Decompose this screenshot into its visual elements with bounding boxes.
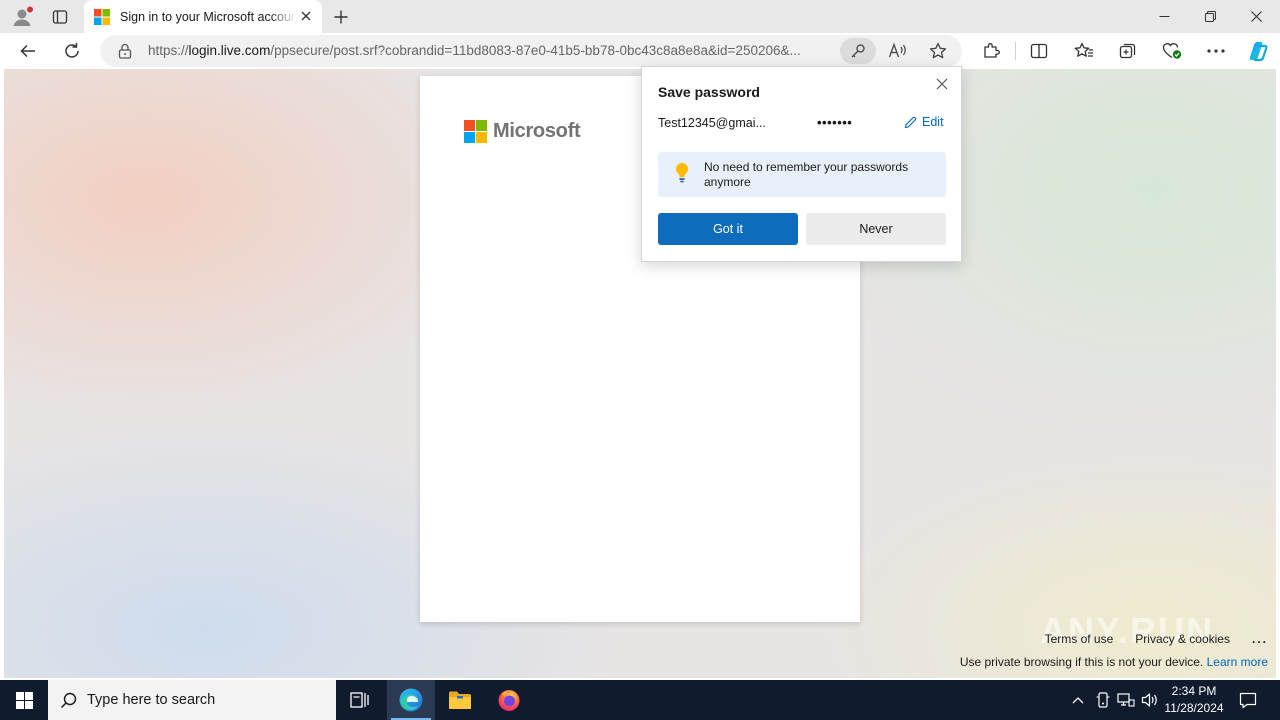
close-icon[interactable]: [931, 73, 953, 95]
windows-taskbar: Type here to search 2:34 PM 11/28/2024: [0, 680, 1280, 720]
url-scheme: https://: [148, 43, 189, 58]
network-icon[interactable]: [1116, 690, 1136, 710]
favorite-star-icon[interactable]: [926, 39, 950, 63]
tab-title: Sign in to your Microsoft account: [120, 9, 296, 24]
microsoft-wordmark: Microsoft: [493, 120, 581, 142]
footer-more-button[interactable]: ...: [1252, 632, 1268, 646]
browser-toolbar: https://login.live.com/ppsecure/post.srf…: [0, 33, 1280, 69]
search-icon: [60, 692, 77, 708]
extensions-icon[interactable]: [977, 37, 1005, 65]
new-tab-icon[interactable]: [328, 4, 354, 30]
edit-label: Edit: [922, 115, 944, 129]
split-screen-icon[interactable]: [1025, 37, 1053, 65]
taskbar-search-box[interactable]: Type here to search: [48, 680, 336, 720]
taskbar-edge[interactable]: [387, 680, 435, 720]
back-icon[interactable]: [14, 37, 42, 65]
tab-close-icon[interactable]: [296, 6, 316, 26]
copilot-icon[interactable]: [1244, 37, 1272, 65]
address-url[interactable]: https://login.live.com/ppsecure/post.srf…: [148, 43, 838, 58]
edge-icon: [399, 688, 423, 712]
terms-of-use-link[interactable]: Terms of use: [1045, 632, 1114, 646]
favorites-icon[interactable]: [1070, 37, 1098, 65]
browser-essentials-icon[interactable]: [1158, 37, 1186, 65]
page-viewport: Microsoft ANY.RUN Terms of use Privacy &…: [4, 69, 1276, 678]
read-aloud-icon[interactable]: [886, 39, 910, 63]
password-tip: No need to remember your passwords anymo…: [658, 152, 946, 197]
got-it-button[interactable]: Got it: [658, 213, 798, 245]
system-clock[interactable]: 2:34 PM 11/28/2024: [1160, 683, 1228, 717]
folder-icon: [449, 691, 471, 709]
lightbulb-icon: [676, 163, 688, 183]
firefox-icon: [498, 690, 520, 711]
taskbar-file-explorer[interactable]: [436, 680, 484, 720]
windows-logo-icon: [15, 691, 33, 709]
taskbar-firefox[interactable]: [485, 680, 533, 720]
url-host: login.live.com: [188, 43, 271, 58]
footer-links: Terms of use Privacy & cookies ...: [1023, 632, 1268, 646]
tray-device-icon[interactable]: [1093, 690, 1113, 710]
restore-icon[interactable]: [1187, 0, 1233, 32]
save-password-dialog: Save password Test12345@gmai... ••••••• …: [641, 66, 962, 262]
edit-button[interactable]: Edit: [904, 115, 944, 129]
learn-more-link[interactable]: Learn more: [1207, 655, 1268, 669]
dialog-title: Save password: [658, 84, 760, 100]
address-bar[interactable]: https://login.live.com/ppsecure/post.srf…: [100, 35, 962, 67]
microsoft-logo-icon: [464, 120, 487, 143]
privacy-cookies-link[interactable]: Privacy & cookies: [1135, 632, 1230, 646]
collections-icon[interactable]: [1114, 37, 1142, 65]
private-browsing-note: Use private browsing if this is not your…: [960, 655, 1268, 669]
minimize-icon[interactable]: [1141, 0, 1187, 32]
saved-username: Test12345@gmai...: [658, 116, 766, 130]
tab-signin[interactable]: Sign in to your Microsoft account: [84, 0, 322, 33]
url-path: /ppsecure/post.srf?cobrandid=11bd8083-87…: [270, 43, 801, 58]
password-key-icon[interactable]: [840, 38, 876, 64]
refresh-icon[interactable]: [58, 37, 86, 65]
never-button[interactable]: Never: [806, 213, 946, 245]
lock-icon[interactable]: [116, 42, 134, 60]
notifications-icon[interactable]: [1238, 690, 1258, 710]
tip-text: No need to remember your passwords anymo…: [704, 160, 909, 189]
more-menu-icon[interactable]: [1202, 37, 1230, 65]
tab-strip: Sign in to your Microsoft account: [0, 0, 1280, 33]
saved-password-masked: •••••••: [817, 115, 853, 130]
start-button[interactable]: [0, 680, 48, 720]
private-browsing-text: Use private browsing if this is not your…: [959, 655, 1204, 669]
search-placeholder: Type here to search: [87, 692, 216, 708]
task-view-icon: [350, 692, 369, 708]
microsoft-favicon-icon: [94, 8, 110, 25]
close-window-icon[interactable]: [1233, 0, 1279, 32]
tab-actions-icon[interactable]: [47, 4, 73, 30]
task-view-button[interactable]: [336, 680, 384, 720]
tray-chevron-up-icon[interactable]: [1068, 690, 1088, 710]
volume-icon[interactable]: [1140, 690, 1160, 710]
clock-time: 2:34 PM: [1171, 684, 1217, 698]
microsoft-logo: Microsoft: [464, 120, 581, 143]
pencil-icon: [904, 116, 917, 128]
toolbar-separator: [1015, 42, 1016, 60]
clock-date: 11/28/2024: [1164, 701, 1224, 715]
profile-icon[interactable]: [9, 4, 35, 30]
